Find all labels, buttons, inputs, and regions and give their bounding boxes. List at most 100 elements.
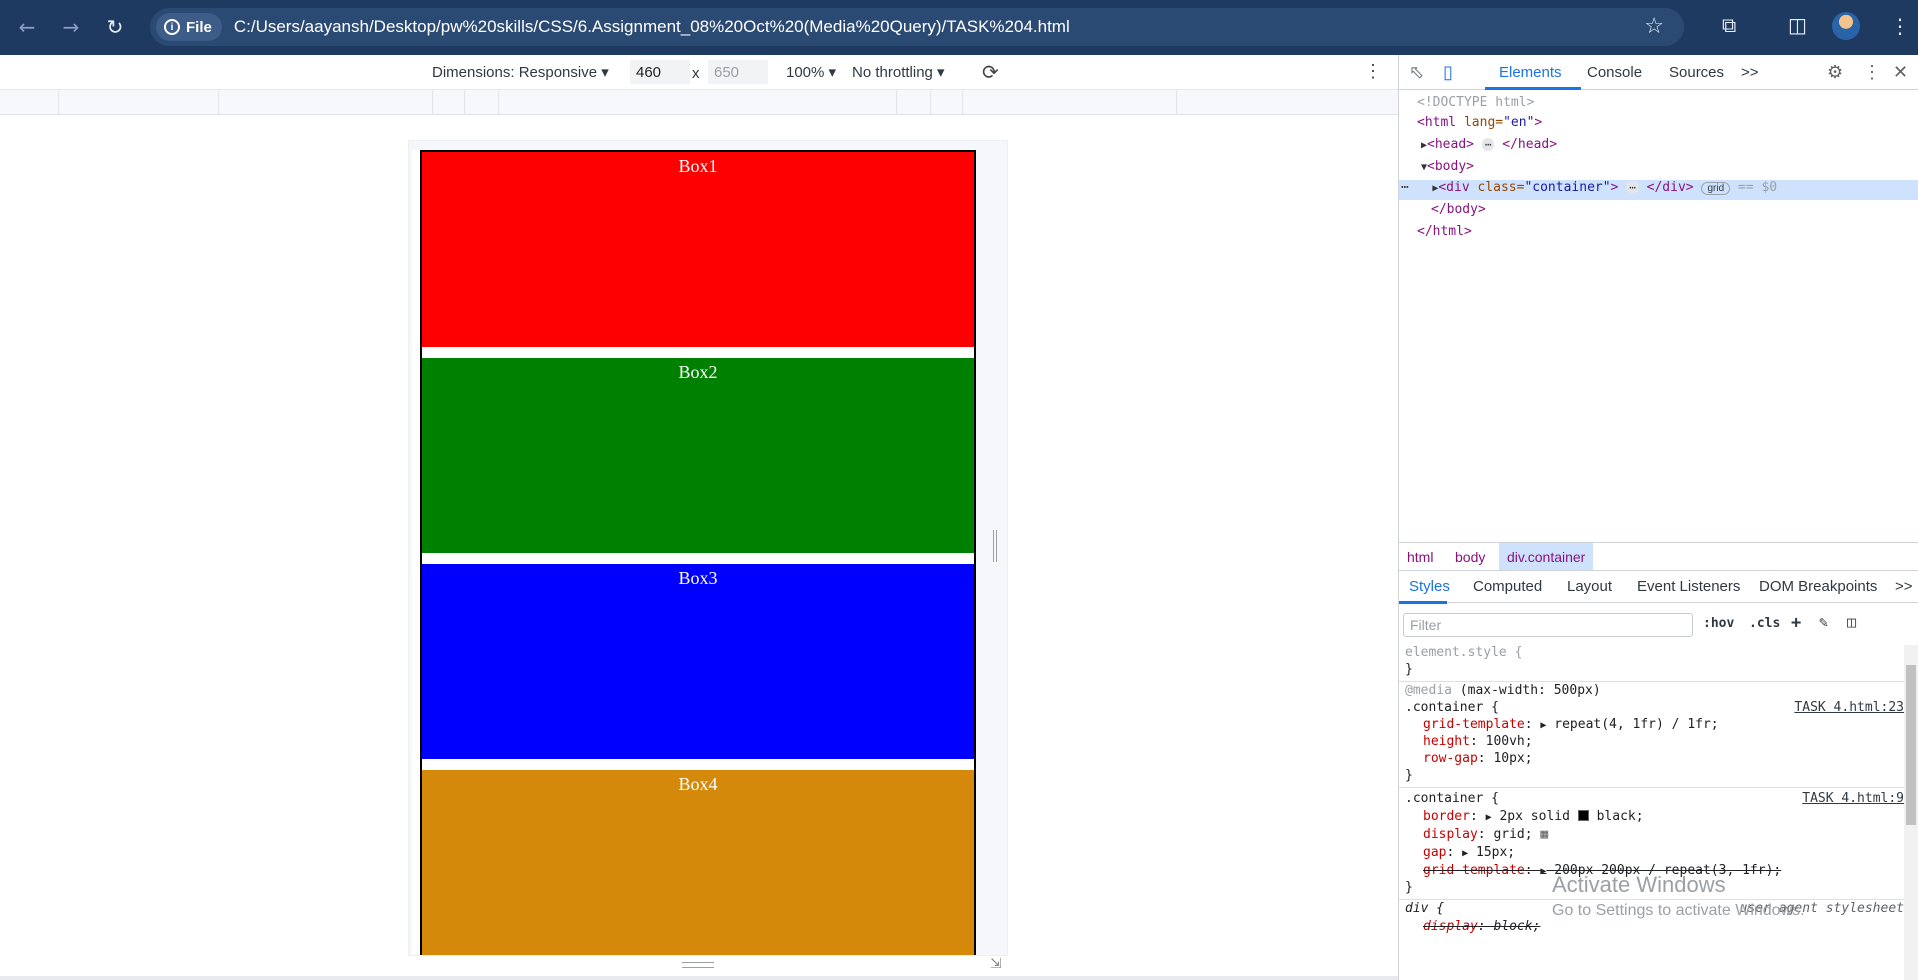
border-color-word: black;: [1596, 809, 1644, 824]
grid-editor-icon[interactable]: ▦: [1540, 827, 1548, 842]
breadcrumb: html body div.container: [1399, 542, 1918, 571]
breadcrumb-div-container[interactable]: div.container: [1499, 543, 1594, 571]
dom-div-close: </div>: [1646, 180, 1694, 195]
tab-sources[interactable]: Sources: [1669, 64, 1724, 81]
grid-badge[interactable]: grid: [1701, 182, 1731, 195]
bookmark-star-icon[interactable]: ☆: [1644, 14, 1664, 39]
prop-value: 15px;: [1476, 845, 1516, 860]
width-input[interactable]: [630, 60, 690, 84]
media-query-ruler[interactable]: [0, 90, 1398, 115]
dom-html-close[interactable]: </html>: [1399, 224, 1918, 244]
tab-computed[interactable]: Computed: [1473, 578, 1542, 595]
profile-avatar[interactable]: [1832, 12, 1860, 40]
scrollbar-thumb[interactable]: [1906, 665, 1916, 825]
address-bar[interactable]: i File C:/Users/aayansh/Desktop/pw%20ski…: [150, 8, 1684, 46]
dom-body-close[interactable]: </body>: [1399, 202, 1918, 222]
styles-filter-input[interactable]: Filter: [1403, 613, 1693, 637]
zoom-dropdown[interactable]: 100% ▾: [786, 63, 836, 81]
tab-styles[interactable]: Styles: [1409, 578, 1450, 595]
tab-event-listeners[interactable]: Event Listeners: [1637, 578, 1740, 595]
rule1-source-link[interactable]: TASK 4.html:23: [1794, 700, 1904, 715]
dimensions-dropdown[interactable]: Dimensions: Responsive ▾: [432, 63, 609, 81]
settings-gear-icon[interactable]: ⚙: [1827, 62, 1843, 83]
rule1-prop-row-gap[interactable]: row-gap: 10px;: [1423, 751, 1533, 769]
box-1: Box1: [422, 152, 974, 347]
dom-div-container[interactable]: ⋯ ▶<div class="container"> ⋯ </div> grid…: [1399, 180, 1918, 200]
site-info-chip[interactable]: i File: [156, 13, 222, 41]
rotate-icon[interactable]: ⟳: [982, 60, 999, 85]
throttling-label: No throttling: [852, 64, 933, 81]
dom-head[interactable]: ▶<head> ⋯ </head>: [1399, 137, 1918, 157]
resize-handle-bottom[interactable]: [682, 962, 714, 968]
rule2-prop-border[interactable]: border: ▶ 2px solid black;: [1423, 809, 1644, 827]
box-3: Box3: [422, 564, 974, 759]
info-icon: i: [164, 19, 180, 35]
rule3-selector[interactable]: div {: [1405, 901, 1444, 919]
dom-body[interactable]: ▼<body>: [1399, 159, 1918, 179]
grid-container: Box1 Box2 Box3 Box4: [420, 150, 976, 955]
hov-toggle[interactable]: :hov: [1703, 616, 1734, 631]
browser-menu-icon[interactable]: ⋮: [1890, 14, 1910, 38]
breadcrumb-html[interactable]: html: [1407, 549, 1433, 565]
resize-handle-right[interactable]: [993, 530, 997, 562]
expand-triangle-icon[interactable]: ▶: [1486, 812, 1492, 823]
tab-dom-breakpoints[interactable]: DOM Breakpoints: [1759, 578, 1877, 595]
device-toolbar-toggle-icon[interactable]: ▯: [1443, 62, 1453, 83]
resize-handle-corner-icon[interactable]: ⇲: [990, 956, 1002, 972]
more-tabs-chevron-icon[interactable]: >>: [1895, 578, 1913, 595]
dom-html-attr-val: "en": [1503, 115, 1535, 130]
dom-html[interactable]: <html lang="en">: [1399, 115, 1918, 135]
rule1-prop-height[interactable]: height: 100vh;: [1423, 734, 1533, 752]
toggle-sidebar-icon[interactable]: ◫: [1847, 613, 1856, 631]
rule1-close: }: [1405, 768, 1413, 783]
back-arrow-icon[interactable]: ←: [12, 12, 42, 42]
breadcrumb-body[interactable]: body: [1455, 549, 1485, 565]
rule2-prop-display[interactable]: display: grid; ▦: [1423, 827, 1548, 845]
prop-name: height: [1423, 734, 1470, 749]
color-swatch-icon[interactable]: [1577, 810, 1589, 821]
rule1-selector[interactable]: .container {: [1405, 700, 1499, 718]
tab-console[interactable]: Console: [1587, 64, 1642, 81]
expand-triangle-icon[interactable]: ▶: [1462, 848, 1468, 859]
ellipsis-icon[interactable]: ⋯: [1626, 181, 1639, 194]
element-style-selector[interactable]: element.style {: [1405, 645, 1522, 663]
prop-name: row-gap: [1423, 751, 1478, 766]
side-panel-icon[interactable]: ◫: [1788, 13, 1807, 37]
paint-brush-icon[interactable]: ✎: [1819, 613, 1828, 631]
reload-icon[interactable]: ↻: [100, 12, 130, 42]
page-viewport: Box1 Box2 Box3 Box4: [412, 150, 976, 955]
prop-value: 10px;: [1493, 751, 1533, 766]
tab-layout[interactable]: Layout: [1567, 578, 1612, 595]
dom-div-bracket: >: [1610, 180, 1619, 195]
activate-windows-watermark: Activate Windows Go to Settings to activ…: [1552, 872, 1805, 920]
extensions-icon[interactable]: ⧉: [1722, 13, 1736, 37]
expand-triangle-icon[interactable]: ▶: [1540, 866, 1546, 877]
new-rule-plus-icon[interactable]: +: [1791, 613, 1801, 633]
forward-arrow-icon[interactable]: →: [56, 12, 86, 42]
rule1-prop-grid-template[interactable]: grid-template: ▶ repeat(4, 1fr) / 1fr;: [1423, 717, 1719, 735]
ellipsis-icon[interactable]: ⋯: [1481, 138, 1495, 151]
rule2-source-link[interactable]: TASK 4.html:9: [1802, 791, 1904, 806]
box-4-label: Box4: [678, 774, 718, 794]
prop-name: grid-template: [1423, 863, 1525, 878]
dom-doctype[interactable]: <!DOCTYPE html>: [1399, 95, 1918, 115]
expand-triangle-icon[interactable]: ▶: [1540, 720, 1546, 731]
cls-toggle[interactable]: .cls: [1749, 616, 1780, 631]
rule2-prop-gap[interactable]: gap: ▶ 15px;: [1423, 845, 1515, 863]
more-tabs-chevron-icon[interactable]: >>: [1741, 64, 1759, 81]
devtools-menu-icon[interactable]: ⋮: [1863, 62, 1881, 83]
rule2-selector[interactable]: .container {: [1405, 791, 1499, 809]
close-devtools-icon[interactable]: ✕: [1893, 62, 1908, 83]
row-actions-icon[interactable]: ⋯: [1401, 180, 1409, 195]
url-text[interactable]: C:/Users/aayansh/Desktop/pw%20skills/CSS…: [234, 17, 1070, 37]
media-keyword: @media: [1405, 683, 1452, 698]
styles-scrollbar[interactable]: [1904, 645, 1918, 980]
rule3-prop-display[interactable]: display: block;: [1423, 919, 1540, 937]
prop-value: 100vh;: [1485, 734, 1533, 749]
throttling-dropdown[interactable]: No throttling ▾: [852, 63, 945, 81]
prop-value: grid;: [1493, 827, 1533, 842]
tab-elements[interactable]: Elements: [1499, 64, 1562, 81]
inspect-element-icon[interactable]: ⬁: [1409, 62, 1424, 83]
height-input[interactable]: [708, 60, 768, 84]
device-toolbar-menu-icon[interactable]: ⋮: [1364, 61, 1382, 82]
